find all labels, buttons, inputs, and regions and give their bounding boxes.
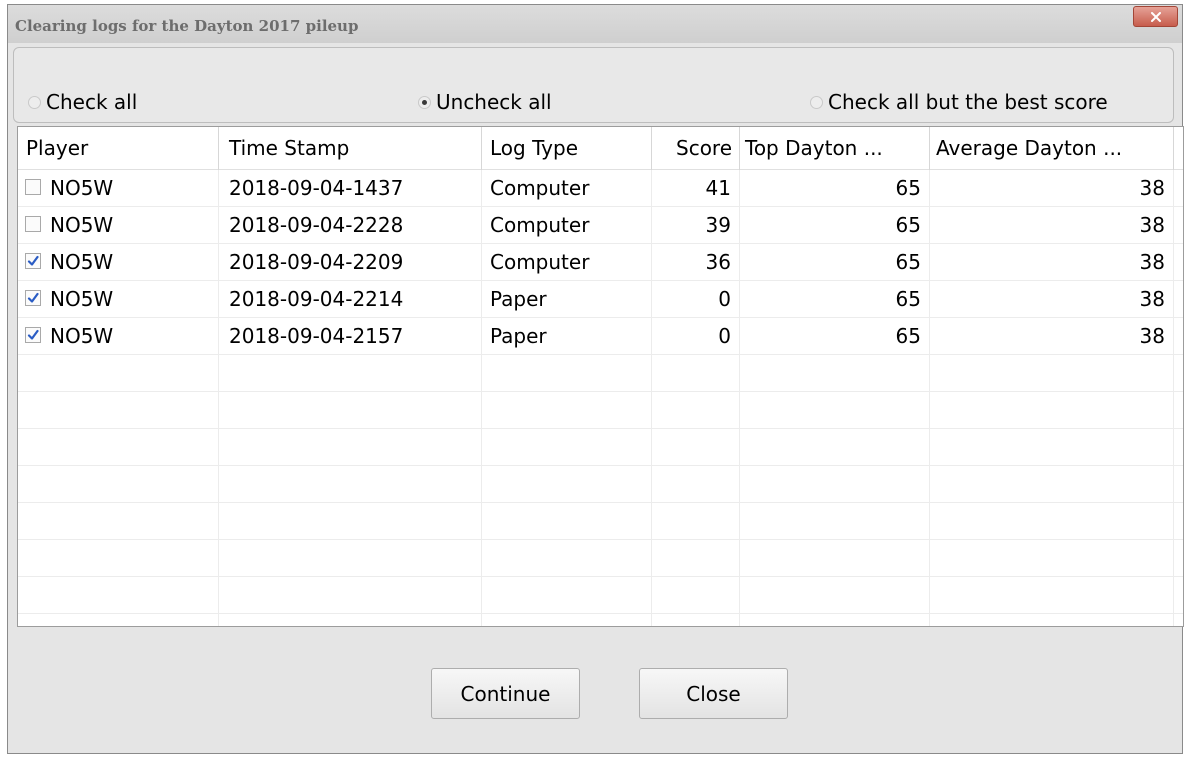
cell-time-stamp: 2018-09-04-2209 (229, 250, 404, 274)
checkmark-icon (27, 255, 39, 266)
table-row[interactable]: NO5W 2018-09-04-2209 Computer 36 65 38 (18, 244, 1183, 281)
row-checkbox[interactable] (25, 253, 41, 269)
column-header-log-type[interactable]: Log Type (490, 127, 578, 170)
cell-average-dayton: 38 (1139, 176, 1165, 200)
row-checkbox[interactable] (25, 327, 41, 343)
radio-uncheck-all[interactable]: Uncheck all (418, 90, 552, 114)
radio-check-all-but-best[interactable]: Check all but the best score (810, 90, 1108, 114)
cell-average-dayton: 38 (1139, 250, 1165, 274)
row-checkbox[interactable] (25, 216, 41, 232)
cell-average-dayton: 38 (1139, 324, 1165, 348)
header-divider[interactable] (651, 127, 652, 170)
cell-average-dayton: 38 (1139, 213, 1165, 237)
radio-label-check-all-but-best: Check all but the best score (828, 90, 1108, 114)
radio-label-uncheck-all: Uncheck all (436, 90, 552, 114)
empty-table-row (18, 466, 1183, 503)
cell-score: 36 (705, 250, 731, 274)
column-header-score[interactable]: Score (676, 127, 732, 170)
row-checkbox[interactable] (25, 179, 41, 195)
cell-top-dayton: 65 (895, 287, 921, 311)
cell-score: 0 (718, 287, 731, 311)
close-icon (1150, 11, 1161, 22)
checkmark-icon (27, 329, 39, 340)
empty-table-row (18, 577, 1183, 614)
empty-table-row (18, 540, 1183, 577)
cell-time-stamp: 2018-09-04-2214 (229, 287, 404, 311)
dialog-window: Clearing logs for the Dayton 2017 pileup… (7, 4, 1184, 754)
radio-button-uncheck-all[interactable] (418, 95, 431, 109)
cell-average-dayton: 38 (1139, 287, 1165, 311)
cell-player: NO5W (50, 250, 114, 274)
cell-log-type: Paper (490, 324, 547, 348)
selection-options-panel: Check all Uncheck all Check all but the … (13, 47, 1174, 123)
window-close-button[interactable] (1133, 6, 1178, 27)
header-divider[interactable] (481, 127, 482, 170)
checkmark-icon (27, 292, 39, 303)
empty-table-row (18, 429, 1183, 466)
empty-table-row (18, 392, 1183, 429)
table-row[interactable]: NO5W 2018-09-04-2228 Computer 39 65 38 (18, 207, 1183, 244)
cell-time-stamp: 2018-09-04-2157 (229, 324, 404, 348)
column-header-average-dayton[interactable]: Average Dayton ... (936, 127, 1122, 170)
table-row[interactable]: NO5W 2018-09-04-1437 Computer 41 65 38 (18, 170, 1183, 207)
cell-log-type: Computer (490, 213, 590, 237)
radio-check-all[interactable]: Check all (28, 90, 137, 114)
cell-score: 39 (705, 213, 731, 237)
header-divider[interactable] (1173, 127, 1174, 170)
column-header-time-stamp[interactable]: Time Stamp (229, 127, 349, 170)
title-bar[interactable]: Clearing logs for the Dayton 2017 pileup (8, 5, 1182, 43)
empty-table-row (18, 503, 1183, 540)
cell-player: NO5W (50, 176, 114, 200)
table-row[interactable]: NO5W 2018-09-04-2214 Paper 0 65 38 (18, 281, 1183, 318)
cell-player: NO5W (50, 287, 114, 311)
cell-time-stamp: 2018-09-04-1437 (229, 176, 404, 200)
table-header: Player Time Stamp Log Type Score Top Day… (18, 127, 1183, 170)
cell-player: NO5W (50, 213, 114, 237)
header-divider[interactable] (218, 127, 219, 170)
logs-table: Player Time Stamp Log Type Score Top Day… (17, 126, 1184, 627)
radio-button-check-all[interactable] (28, 95, 41, 109)
cell-top-dayton: 65 (895, 176, 921, 200)
cell-player: NO5W (50, 324, 114, 348)
column-header-top-dayton[interactable]: Top Dayton ... (745, 127, 883, 170)
cell-top-dayton: 65 (895, 250, 921, 274)
cell-time-stamp: 2018-09-04-2228 (229, 213, 404, 237)
row-checkbox[interactable] (25, 290, 41, 306)
window-title: Clearing logs for the Dayton 2017 pileup (15, 17, 359, 35)
close-button[interactable]: Close (639, 668, 788, 719)
cell-score: 0 (718, 324, 731, 348)
continue-button[interactable]: Continue (431, 668, 580, 719)
cell-log-type: Computer (490, 176, 590, 200)
header-divider[interactable] (929, 127, 930, 170)
column-header-player[interactable]: Player (26, 127, 88, 170)
cell-score: 41 (705, 176, 731, 200)
table-row[interactable]: NO5W 2018-09-04-2157 Paper 0 65 38 (18, 318, 1183, 355)
cell-log-type: Computer (490, 250, 590, 274)
cell-top-dayton: 65 (895, 213, 921, 237)
radio-button-check-all-but-best[interactable] (810, 95, 823, 109)
cell-log-type: Paper (490, 287, 547, 311)
header-divider[interactable] (739, 127, 740, 170)
empty-table-row (18, 355, 1183, 392)
cell-top-dayton: 65 (895, 324, 921, 348)
radio-label-check-all: Check all (46, 90, 138, 114)
